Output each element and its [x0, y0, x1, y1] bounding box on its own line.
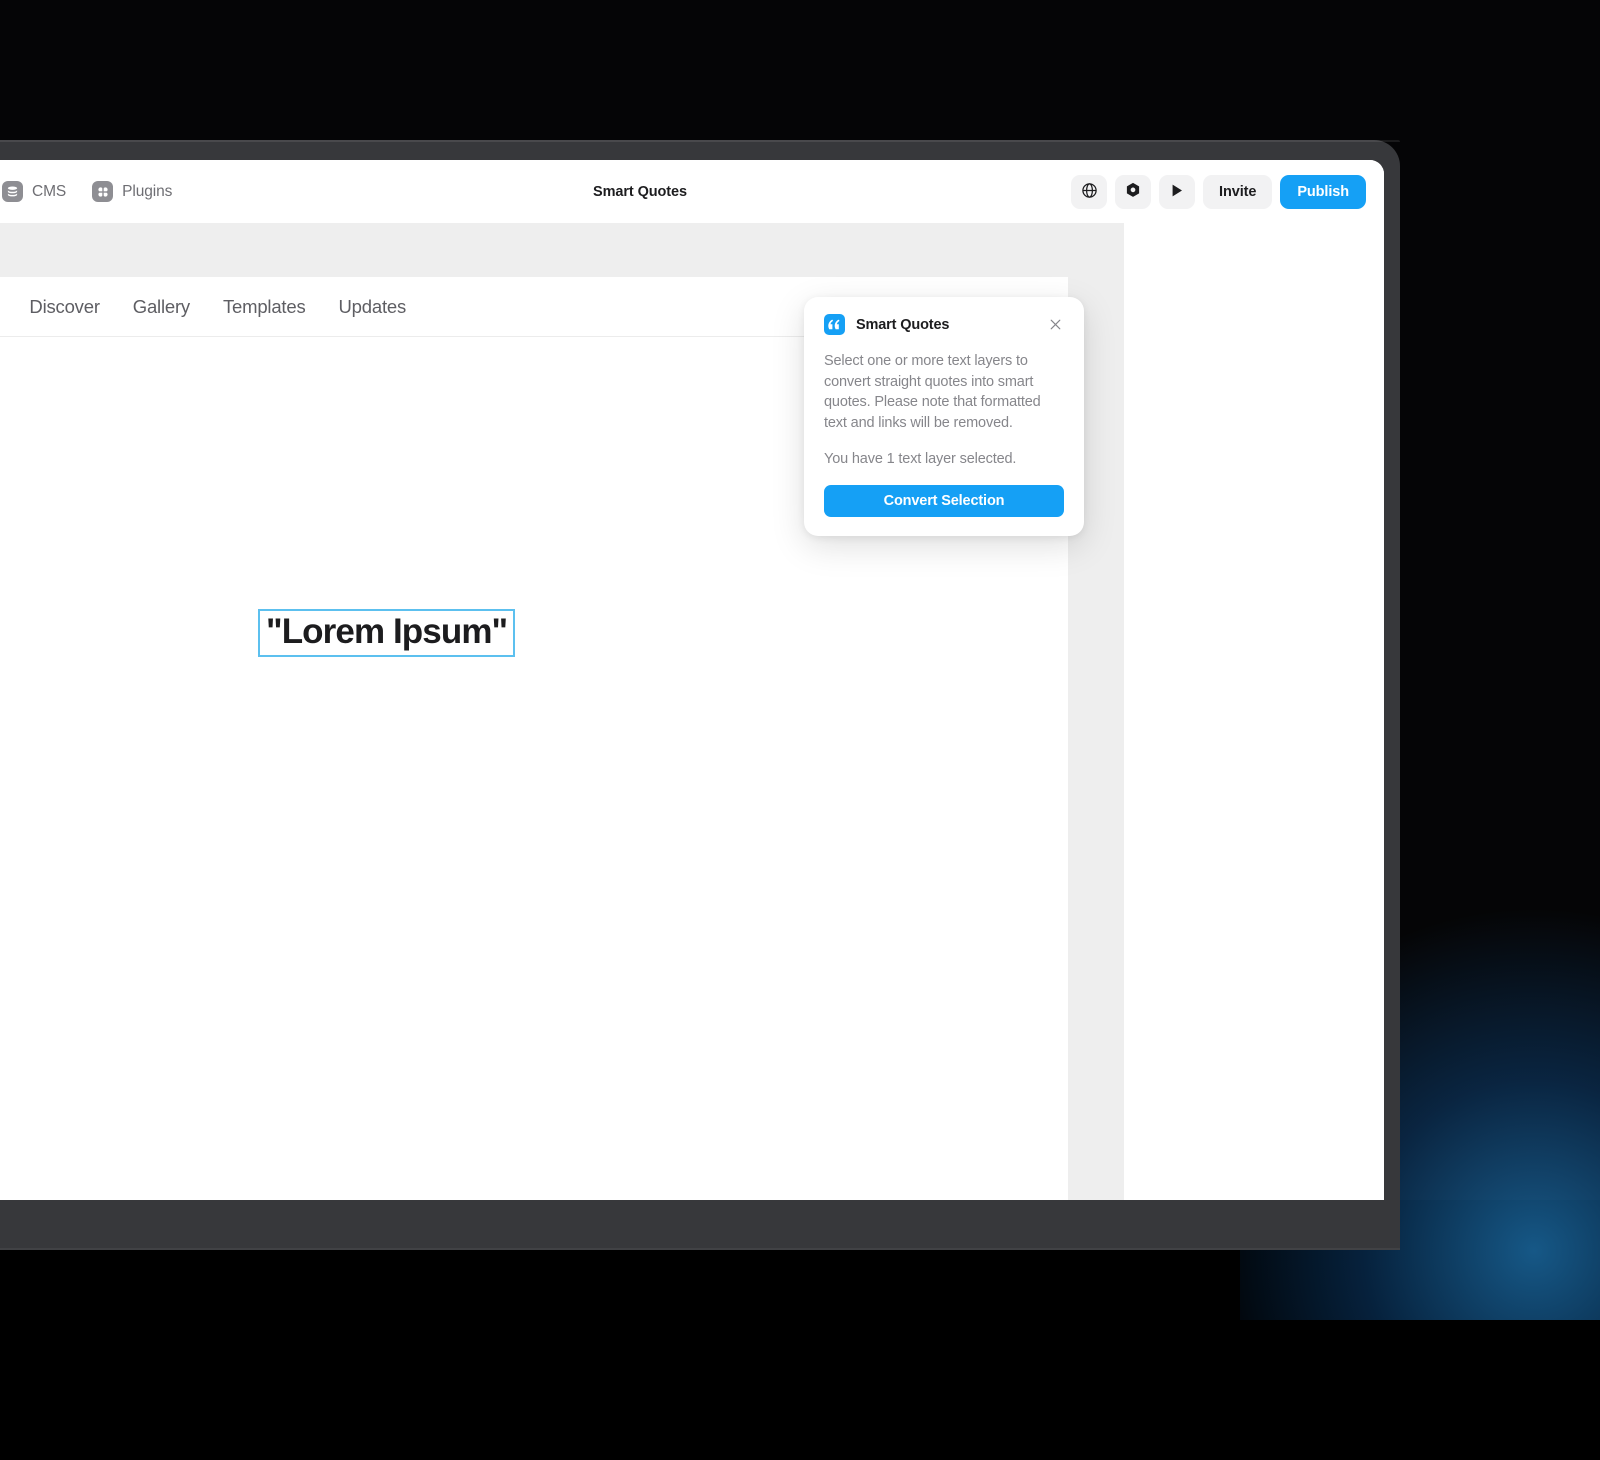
preview-play-button[interactable]: [1159, 175, 1195, 209]
toolbar-item-cms-label: CMS: [32, 183, 66, 201]
nav-link-updates[interactable]: Updates: [339, 296, 407, 318]
globe-icon: [1081, 182, 1098, 202]
globe-icon-button[interactable]: [1071, 175, 1107, 209]
plugin-description: Select one or more text layers to conver…: [824, 351, 1064, 434]
toolbar-item-plugins-label: Plugins: [122, 183, 172, 201]
convert-selection-button[interactable]: Convert Selection: [824, 485, 1064, 517]
plugins-grid-icon: [92, 181, 113, 202]
selected-text-layer-value: "Lorem Ipsum": [266, 614, 507, 651]
quotation-mark-icon: [824, 314, 845, 335]
plugin-panel-header: Smart Quotes: [824, 314, 1064, 335]
plugin-selection-status: You have 1 text layer selected.: [824, 449, 1064, 470]
nav-link-gallery[interactable]: Gallery: [133, 296, 190, 318]
toolbar-right-group: Invite Publish: [1071, 160, 1366, 223]
properties-panel: [1124, 223, 1384, 1200]
nav-link-templates[interactable]: Templates: [223, 296, 306, 318]
close-icon[interactable]: [1046, 316, 1064, 334]
nav-link-discover[interactable]: Discover: [29, 296, 99, 318]
plugin-panel-title: Smart Quotes: [856, 317, 1035, 333]
smart-quotes-plugin-panel: Smart Quotes Select one or more text lay…: [804, 297, 1084, 536]
toolbar-item-plugins[interactable]: Plugins: [90, 178, 174, 205]
design-canvas[interactable]: Features Discover Gallery Templates Upda…: [0, 223, 1384, 1200]
toolbar-left-group: CMS Plugins: [0, 160, 174, 223]
selected-text-layer[interactable]: "Lorem Ipsum": [258, 609, 515, 657]
components-icon-button[interactable]: [1115, 175, 1151, 209]
toolbar-item-cms[interactable]: CMS: [0, 178, 68, 205]
app-toolbar: CMS Plugins Smart Quotes: [0, 160, 1384, 224]
components-icon: [1125, 182, 1141, 202]
website-nav: Features Discover Gallery Templates Upda…: [0, 296, 406, 318]
invite-button[interactable]: Invite: [1203, 175, 1272, 209]
framer-app-window: CMS Plugins Smart Quotes: [0, 160, 1384, 1200]
preview-play-icon: [1170, 183, 1184, 201]
publish-button[interactable]: Publish: [1280, 175, 1366, 209]
cms-database-icon: [2, 181, 23, 202]
